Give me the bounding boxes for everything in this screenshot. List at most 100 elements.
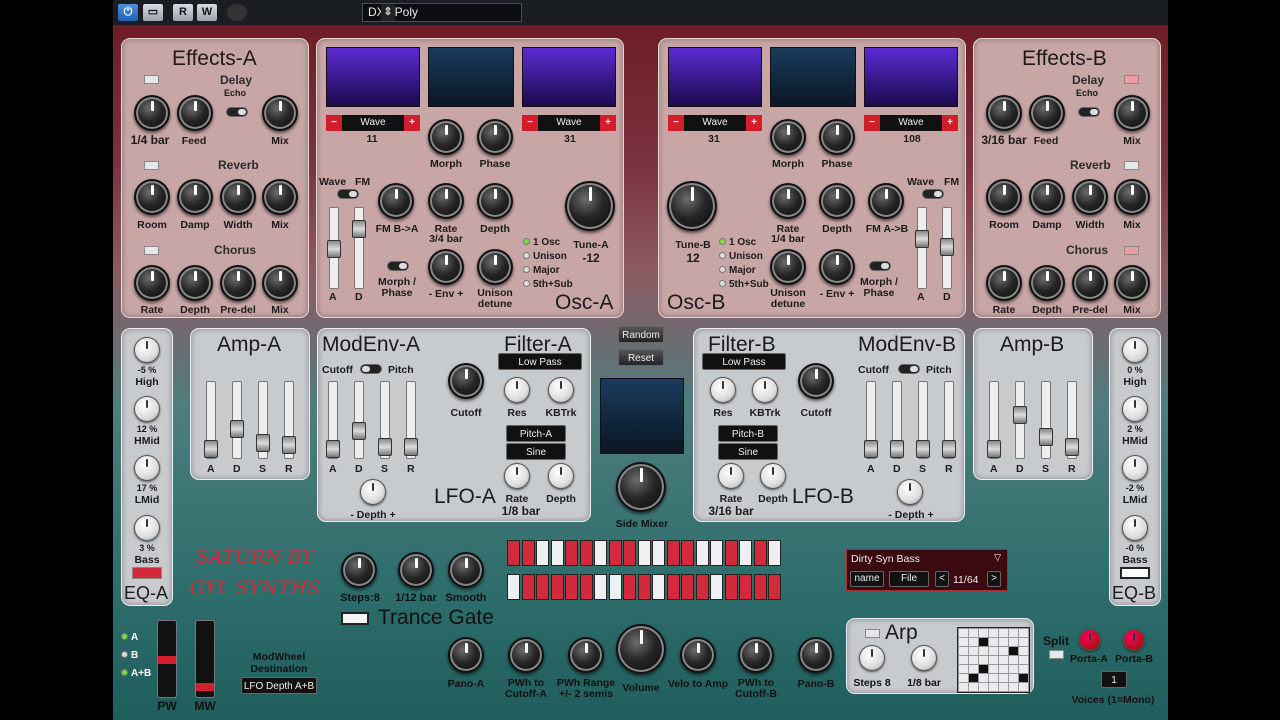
filter-b-kbtrk-knob[interactable] xyxy=(752,377,778,403)
modenv-b-sustain-slider[interactable] xyxy=(916,381,930,459)
mw-target-a[interactable]: A xyxy=(121,632,138,643)
arp-cell[interactable] xyxy=(999,674,1008,682)
echo-b-switch[interactable] xyxy=(1078,107,1100,117)
arp-cell[interactable] xyxy=(1019,656,1028,664)
osc-a-phase-knob[interactable] xyxy=(477,119,513,155)
arp-cell[interactable] xyxy=(959,683,968,691)
wave-plus-icon[interactable]: + xyxy=(600,115,616,131)
arp-cell[interactable] xyxy=(979,656,988,664)
preset-file-button[interactable]: File xyxy=(889,571,929,587)
arp-cell[interactable] xyxy=(1019,647,1028,655)
filter-a-type-selector[interactable]: Low Pass xyxy=(498,353,582,370)
delay-feed-b-knob[interactable] xyxy=(1029,95,1065,131)
arp-cell[interactable] xyxy=(1009,683,1018,691)
arp-cell[interactable] xyxy=(999,647,1008,655)
arp-cell[interactable] xyxy=(1019,674,1028,682)
damp-b-knob[interactable] xyxy=(1029,179,1065,215)
arp-cell[interactable] xyxy=(1009,647,1018,655)
chorus-mix-b-knob[interactable] xyxy=(1114,265,1150,301)
gate-step[interactable] xyxy=(652,574,665,600)
arp-cell[interactable] xyxy=(979,674,988,682)
wave-plus-icon[interactable]: + xyxy=(942,115,958,131)
split-button[interactable] xyxy=(1049,650,1064,659)
eq-b-hmid-knob[interactable] xyxy=(1122,396,1148,422)
delay-time-b-knob[interactable] xyxy=(986,95,1022,131)
lfo-b-rate-knob[interactable] xyxy=(718,463,744,489)
pwh-cutoff-a-knob[interactable] xyxy=(508,637,544,673)
osc-b-mode-1osc[interactable]: 1 Osc xyxy=(719,237,756,248)
osc-b-decay-slider[interactable] xyxy=(940,207,954,289)
filter-a-res-knob[interactable] xyxy=(504,377,530,403)
osc-a-wave-fm-switch[interactable] xyxy=(337,189,359,199)
delay-b-led[interactable] xyxy=(1124,75,1139,84)
gate-smooth-knob[interactable] xyxy=(448,552,484,588)
window-icon[interactable]: ▭ xyxy=(143,4,163,21)
amp-a-attack-slider[interactable] xyxy=(204,381,218,459)
chorus-a-led[interactable] xyxy=(144,246,159,255)
velo-amp-knob[interactable] xyxy=(680,637,716,673)
gate-step[interactable] xyxy=(739,574,752,600)
arp-cell[interactable] xyxy=(969,674,978,682)
gate-step[interactable] xyxy=(753,540,767,566)
gate-step[interactable] xyxy=(594,540,607,566)
gate-step[interactable] xyxy=(565,574,578,600)
arp-cell[interactable] xyxy=(959,638,968,646)
arp-cell[interactable] xyxy=(979,629,988,637)
arp-cell[interactable] xyxy=(999,665,1008,673)
osc-a-env-knob[interactable] xyxy=(428,249,464,285)
arp-cell[interactable] xyxy=(999,683,1008,691)
gate-step[interactable] xyxy=(724,540,738,566)
osc-a-wave-selector-1[interactable]: − Wave + xyxy=(326,115,420,131)
gate-step[interactable] xyxy=(521,540,535,566)
arp-cell[interactable] xyxy=(1009,674,1018,682)
arp-cell[interactable] xyxy=(1009,629,1018,637)
room-a-knob[interactable] xyxy=(134,179,170,215)
gate-step[interactable] xyxy=(623,574,636,600)
delay-feed-a-knob[interactable] xyxy=(177,95,213,131)
amp-b-release-slider[interactable] xyxy=(1065,381,1079,459)
osc-b-mode-major[interactable]: Major xyxy=(719,265,756,276)
gate-step[interactable] xyxy=(550,540,564,566)
filter-b-type-selector[interactable]: Low Pass xyxy=(702,353,786,370)
osc-b-morph-knob[interactable] xyxy=(770,119,806,155)
arp-cell[interactable] xyxy=(969,683,978,691)
gate-step[interactable] xyxy=(550,574,564,600)
chorus-depth-a-knob[interactable] xyxy=(177,265,213,301)
modenv-b-attack-slider[interactable] xyxy=(864,381,878,459)
amp-b-decay-slider[interactable] xyxy=(1013,381,1027,459)
delay-mix-a-knob[interactable] xyxy=(262,95,298,131)
arp-cell[interactable] xyxy=(979,665,988,673)
arp-cell[interactable] xyxy=(969,647,978,655)
eq-a-bass-knob[interactable] xyxy=(134,515,160,541)
chorus-mix-a-knob[interactable] xyxy=(262,265,298,301)
porta-b-knob[interactable] xyxy=(1123,629,1145,651)
eq-a-hmid-knob[interactable] xyxy=(134,396,160,422)
osc-a-morph-phase-switch[interactable] xyxy=(387,261,409,271)
arp-cell[interactable] xyxy=(969,629,978,637)
arp-cell[interactable] xyxy=(979,647,988,655)
osc-a-morph-knob[interactable] xyxy=(428,119,464,155)
gate-step[interactable] xyxy=(579,574,593,600)
osc-a-mode-5thsub[interactable]: 5th+Sub xyxy=(523,279,573,290)
osc-b-fm-knob[interactable] xyxy=(868,183,904,219)
osc-b-mode-unison[interactable]: Unison xyxy=(719,251,763,262)
gate-step[interactable] xyxy=(507,574,520,600)
osc-a-fm-knob[interactable] xyxy=(378,183,414,219)
lfo-b-destination-selector[interactable]: Pitch-B xyxy=(718,425,778,442)
wave-plus-icon[interactable]: + xyxy=(404,115,420,131)
amp-b-sustain-slider[interactable] xyxy=(1039,381,1053,459)
preset-next-button[interactable]: > xyxy=(987,571,1001,587)
osc-a-mode-1osc[interactable]: 1 Osc xyxy=(523,237,560,248)
gate-step[interactable] xyxy=(739,540,752,566)
wave-plus-icon[interactable]: + xyxy=(746,115,762,131)
lfo-a-depth-knob[interactable] xyxy=(548,463,574,489)
filter-a-cutoff-knob[interactable] xyxy=(448,363,484,399)
reverb-b-led[interactable] xyxy=(1124,161,1139,170)
preset-name-button[interactable]: name xyxy=(850,571,884,587)
gate-step[interactable] xyxy=(681,574,694,600)
reverb-mix-b-knob[interactable] xyxy=(1114,179,1150,215)
gate-step[interactable] xyxy=(724,574,738,600)
gate-step[interactable] xyxy=(565,540,578,566)
osc-a-mode-unison[interactable]: Unison xyxy=(523,251,567,262)
gate-step[interactable] xyxy=(681,540,694,566)
